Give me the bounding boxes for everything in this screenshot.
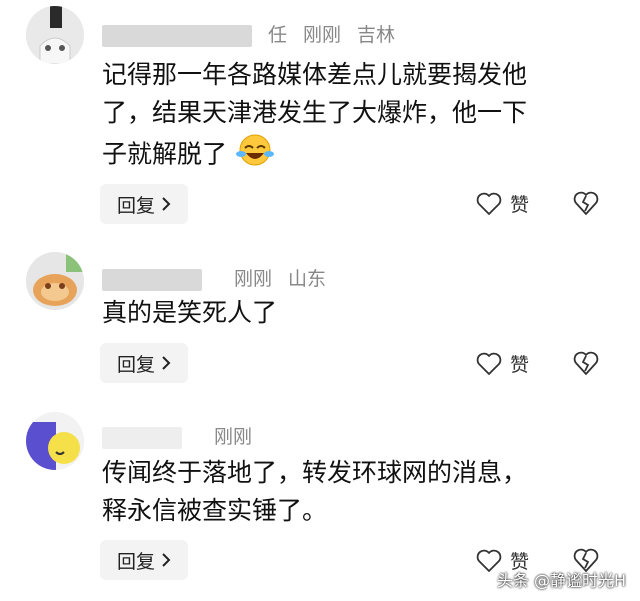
dislike-button[interactable] [572, 350, 600, 380]
comment-text-line-last: 子就解脱了 [102, 132, 600, 179]
comment-meta: 刚刚 [102, 422, 284, 449]
chevron-right-icon [162, 356, 171, 370]
comment-text: 真的是笑死人了 [102, 294, 600, 332]
broken-heart-icon [573, 191, 599, 215]
comment-text-line: 释永信被查实锤了。 [102, 496, 328, 525]
comment-location: 山东 [288, 268, 327, 290]
username[interactable]: 任 [268, 24, 287, 46]
comment-time: 刚刚 [234, 268, 273, 290]
avatar-image [26, 6, 84, 64]
heart-icon [476, 192, 502, 215]
comment-text-line: 传闻终于落地了，转发环球网的消息， [102, 458, 528, 487]
like-label: 赞 [510, 354, 530, 376]
comment-location: 吉林 [357, 24, 396, 46]
avatar[interactable] [26, 412, 84, 470]
comment-meta: 任刚刚 吉林 [102, 20, 411, 47]
avatar-image [26, 412, 84, 470]
blurred-username [102, 24, 252, 47]
watermark: 头条 @静谧时光H [496, 571, 626, 590]
reply-label: 回复 [116, 194, 155, 217]
broken-heart-icon [573, 351, 599, 375]
comment-text-line: 子就解脱了 [102, 139, 228, 169]
reply-button[interactable]: 回复 [100, 540, 188, 580]
comment-text-line: 真的是笑死人了 [102, 298, 278, 327]
like-button[interactable]: 赞 [476, 190, 529, 217]
avatar[interactable] [26, 252, 84, 310]
reply-label: 回复 [116, 353, 155, 376]
comment-text-line: 了，结果天津港发生了大爆炸，他一下 [102, 98, 528, 127]
chevron-right-icon [162, 553, 171, 567]
chevron-right-icon [162, 197, 171, 211]
dislike-button[interactable] [572, 190, 600, 220]
avatar[interactable] [26, 6, 84, 64]
comment-text-line: 记得那一年各路媒体差点儿就要揭发他 [102, 60, 528, 89]
comment-text: 记得那一年各路媒体差点儿就要揭发他 了，结果天津港发生了大爆炸，他一下 子就解脱… [102, 56, 600, 179]
like-label: 赞 [510, 194, 530, 216]
comment-time: 刚刚 [214, 426, 253, 448]
comment-text: 传闻终于落地了，转发环球网的消息， 释永信被查实锤了。 [102, 454, 600, 530]
blurred-username [102, 426, 182, 449]
like-button[interactable]: 赞 [476, 350, 529, 377]
reply-button[interactable]: 回复 [100, 343, 188, 383]
comment-time: 刚刚 [303, 24, 342, 46]
avatar-image [26, 252, 84, 310]
reply-label: 回复 [116, 550, 155, 573]
heart-icon [476, 352, 502, 375]
reply-button[interactable]: 回复 [100, 184, 188, 224]
laughing-crying-emoji [235, 132, 275, 179]
comment-meta: 刚刚 山东 [102, 264, 342, 291]
blurred-username [102, 268, 202, 291]
